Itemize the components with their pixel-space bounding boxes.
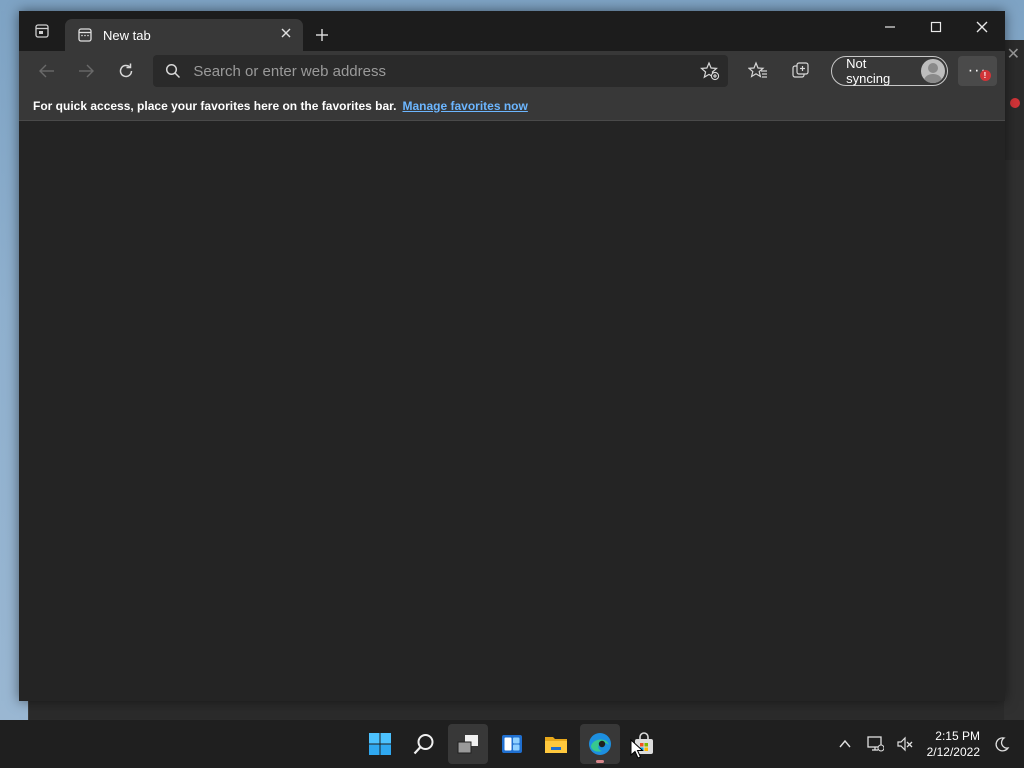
favorites-bar: For quick access, place your favorites h… <box>19 91 1005 121</box>
background-close-icon[interactable]: ✕ <box>1007 44 1020 64</box>
tab-new-tab[interactable]: New tab <box>65 19 303 51</box>
start-button[interactable] <box>360 724 400 764</box>
clock-time: 2:15 PM <box>935 729 980 743</box>
back-button[interactable] <box>29 53 64 89</box>
edge-taskbar-button[interactable] <box>580 724 620 764</box>
settings-more-button[interactable]: ··· ! <box>957 56 997 86</box>
search-taskbar-button[interactable] <box>404 724 444 764</box>
page-content[interactable] <box>19 121 1005 701</box>
close-icon <box>281 28 291 38</box>
page-icon <box>78 28 92 42</box>
file-explorer-icon <box>545 737 567 753</box>
widgets-icon <box>502 735 522 753</box>
show-hidden-icons-button[interactable] <box>833 724 857 764</box>
search-taskbar-icon <box>413 734 434 755</box>
forward-button[interactable] <box>68 53 103 89</box>
maximize-button[interactable] <box>913 11 959 43</box>
alert-badge: ! <box>980 70 991 81</box>
new-tab-button[interactable] <box>305 19 339 51</box>
close-icon <box>976 21 988 33</box>
collections-icon <box>792 62 810 78</box>
address-bar[interactable] <box>153 55 729 87</box>
background-scrollbar <box>1004 160 1024 720</box>
favorites-button[interactable] <box>738 53 777 89</box>
widgets-button[interactable] <box>492 724 532 764</box>
volume-muted-icon <box>897 736 913 752</box>
taskbar-apps <box>360 720 664 768</box>
browser-window: New tab Search or enter web address Not … <box>19 11 1005 701</box>
tab-actions-button[interactable] <box>19 11 65 51</box>
clock-date: 2/12/2022 <box>926 745 980 759</box>
clock[interactable]: 2:15 PM 2/12/2022 <box>923 728 984 760</box>
background-badge <box>1010 98 1020 108</box>
collections-button[interactable] <box>782 53 821 89</box>
favorites-icon <box>748 61 768 78</box>
network-icon <box>866 736 884 752</box>
plus-icon <box>316 29 328 41</box>
window-controls <box>867 11 1005 43</box>
system-tray: 2:15 PM 2/12/2022 <box>833 720 1024 768</box>
avatar <box>920 59 945 83</box>
close-tab-button[interactable] <box>277 26 295 44</box>
tab-actions-icon <box>35 24 49 38</box>
add-favorite-icon[interactable] <box>700 61 720 81</box>
manage-favorites-link[interactable]: Manage favorites now <box>402 99 527 113</box>
windows-logo-icon <box>369 733 391 755</box>
focus-assist-button[interactable] <box>990 724 1014 764</box>
refresh-button[interactable] <box>108 53 143 89</box>
back-arrow-icon <box>38 64 54 78</box>
mouse-cursor <box>630 739 644 759</box>
toolbar: Not syncing ··· ! <box>19 51 1005 91</box>
search-icon <box>166 63 181 79</box>
close-window-button[interactable] <box>959 11 1005 43</box>
chevron-up-icon <box>839 739 851 748</box>
minimize-button[interactable] <box>867 11 913 43</box>
profile-label: Not syncing <box>846 56 891 86</box>
file-explorer-button[interactable] <box>536 724 576 764</box>
volume-button[interactable] <box>893 724 917 764</box>
maximize-icon <box>930 21 942 33</box>
address-input[interactable] <box>193 62 689 80</box>
refresh-icon <box>119 63 132 78</box>
edge-icon <box>589 733 611 755</box>
tab-strip: New tab <box>19 11 1005 51</box>
network-button[interactable] <box>863 724 887 764</box>
moon-icon <box>995 737 1010 752</box>
tab-label: New tab <box>103 27 151 43</box>
task-view-button[interactable] <box>448 724 488 764</box>
forward-arrow-icon <box>79 64 95 78</box>
favorites-bar-message: For quick access, place your favorites h… <box>33 98 397 113</box>
taskbar: 2:15 PM 2/12/2022 <box>0 720 1024 768</box>
profile-button[interactable]: Not syncing <box>831 56 948 86</box>
minimize-icon <box>885 26 895 28</box>
task-view-icon <box>457 735 478 754</box>
